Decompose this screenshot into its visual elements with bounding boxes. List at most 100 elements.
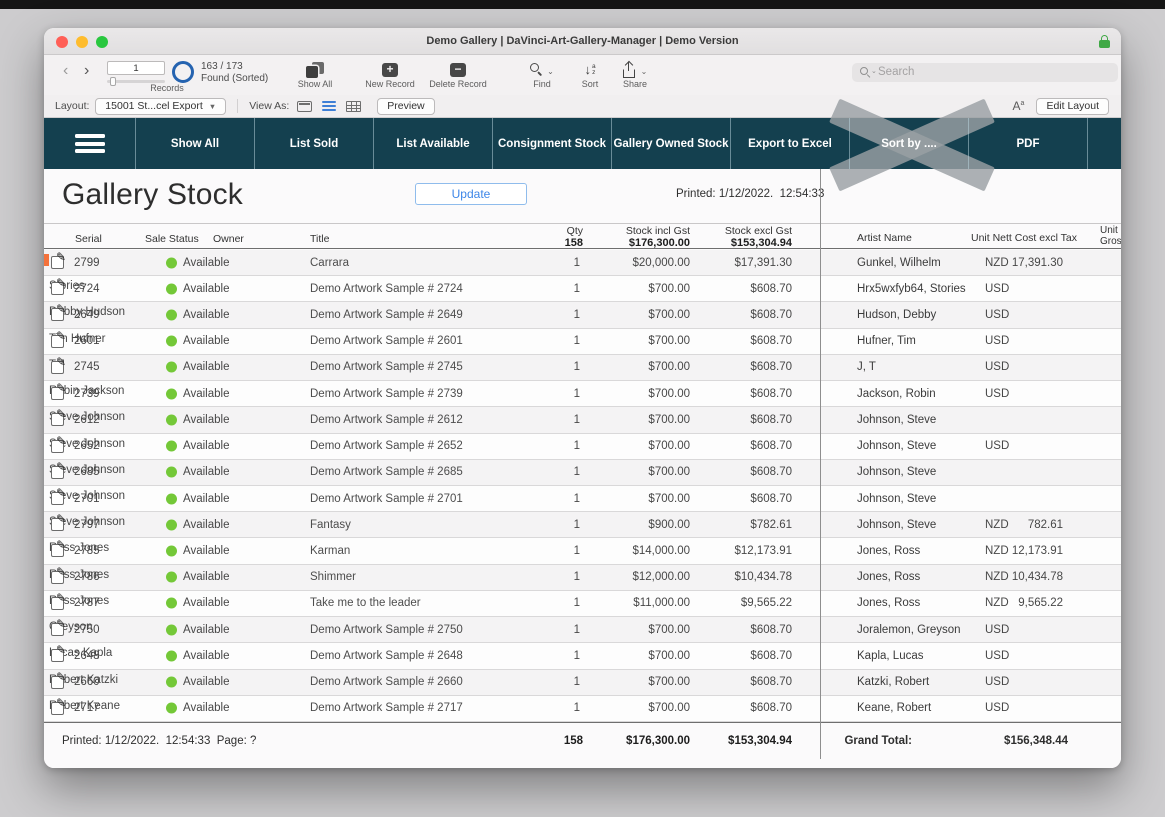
edit-layout-button[interactable]: Edit Layout [1036,98,1109,115]
cell-serial[interactable]: 2652 [74,440,100,452]
cell-serial[interactable]: 2799 [74,257,100,269]
cell-sale-status[interactable]: Available [183,519,229,531]
cell-serial[interactable]: 2612 [74,414,100,426]
cell-stock-incl[interactable]: $900.00 [574,519,690,531]
column-header-sale-status[interactable]: Sale Status [145,233,199,245]
cell-artist[interactable]: Joralemon, Greyson [857,624,961,636]
edit-record-icon[interactable] [51,676,64,689]
cell-stock-excl[interactable]: $608.70 [684,309,792,321]
edit-record-icon[interactable] [51,518,64,531]
zoom-window-button[interactable] [96,36,108,48]
form-view-icon[interactable] [297,101,312,112]
edit-record-icon[interactable] [51,544,64,557]
nav-button-sort-by[interactable]: Sort by .... [849,118,968,169]
cell-currency[interactable]: USD [985,309,1009,321]
cell-currency[interactable]: USD [985,335,1009,347]
table-row[interactable]: 2785 Available Ross Jones Karman 1 $14,0… [44,538,1121,564]
cell-stock-excl[interactable]: $608.70 [684,466,792,478]
cell-stock-incl[interactable]: $700.00 [574,624,690,636]
cell-stock-incl[interactable]: $700.00 [574,335,690,347]
cell-stock-incl[interactable]: $700.00 [574,388,690,400]
cell-stock-incl[interactable]: $700.00 [574,676,690,688]
cell-stock-excl[interactable]: $608.70 [684,650,792,662]
edit-record-icon[interactable] [51,649,64,662]
cell-sale-status[interactable]: Available [183,624,229,636]
cell-stock-incl[interactable]: $700.00 [574,702,690,714]
cell-stock-excl[interactable]: $12,173.91 [684,545,792,557]
cell-sale-status[interactable]: Available [183,309,229,321]
nav-button-gallery-owned-stock[interactable]: Gallery Owned Stock [611,118,730,169]
cell-stock-excl[interactable]: $608.70 [684,624,792,636]
cell-title[interactable]: Karman [310,545,350,557]
cell-stock-incl[interactable]: $700.00 [574,440,690,452]
cell-stock-excl[interactable]: $608.70 [684,283,792,295]
cell-artist[interactable]: Jones, Ross [857,545,920,557]
cell-title[interactable]: Demo Artwork Sample # 2724 [310,283,463,295]
cell-unit-nett[interactable]: 17,391.30 [1002,257,1063,269]
current-record-field[interactable]: 1 [107,61,165,75]
cell-stock-incl[interactable]: $700.00 [574,414,690,426]
share-button[interactable]: ⌄ Share [605,60,665,89]
edit-record-icon[interactable] [51,623,64,636]
cell-artist[interactable]: J, T [857,361,876,373]
nav-button-export-to-excel[interactable]: Export to Excel [730,118,849,169]
delete-record-button[interactable]: − Delete Record [418,60,498,89]
cell-title[interactable]: Demo Artwork Sample # 2685 [310,466,463,478]
cell-currency[interactable]: USD [985,440,1009,452]
cell-stock-excl[interactable]: $608.70 [684,440,792,452]
cell-currency[interactable]: USD [985,388,1009,400]
nav-button-consignment-stock[interactable]: Consignment Stock [492,118,611,169]
cell-sale-status[interactable]: Available [183,414,229,426]
cell-stock-excl[interactable]: $608.70 [684,493,792,505]
cell-sale-status[interactable]: Available [183,388,229,400]
cell-unit-nett[interactable]: 782.61 [1002,519,1063,531]
edit-record-icon[interactable] [51,256,64,269]
cell-artist[interactable]: Keane, Robert [857,702,931,714]
cell-serial[interactable]: 2724 [74,283,100,295]
cell-sale-status[interactable]: Available [183,466,229,478]
cell-stock-incl[interactable]: $700.00 [574,493,690,505]
cell-currency[interactable]: USD [985,676,1009,688]
cell-serial[interactable]: 2660 [74,676,100,688]
cell-sale-status[interactable]: Available [183,702,229,714]
column-header-owner[interactable]: Owner [213,233,244,245]
cell-serial[interactable]: 2701 [74,493,100,505]
nav-button-show-all[interactable]: Show All [135,118,254,169]
list-view-icon[interactable] [322,101,336,111]
cell-title[interactable]: Demo Artwork Sample # 2649 [310,309,463,321]
column-header-stock-incl[interactable]: Stock incl Gst$176,300.00 [574,225,690,249]
cell-owner[interactable] [44,254,49,266]
table-row[interactable]: 2601 Available Tim Hufner Demo Artwork S… [44,329,1121,355]
cell-stock-incl[interactable]: $11,000.00 [574,597,690,609]
cell-sale-status[interactable]: Available [183,493,229,505]
next-record-button[interactable]: › [84,62,89,80]
cell-artist[interactable]: Kapla, Lucas [857,650,924,662]
edit-record-icon[interactable] [51,335,64,348]
cell-stock-excl[interactable]: $608.70 [684,361,792,373]
cell-artist[interactable]: Johnson, Steve [857,493,936,505]
cell-artist[interactable]: Hufner, Tim [857,335,916,347]
cell-artist[interactable]: Hudson, Debby [857,309,936,321]
layout-dropdown[interactable]: 15001 St...cel Export▼ [95,98,226,115]
cell-stock-incl[interactable]: $20,000.00 [574,257,690,269]
column-header-serial[interactable]: Serial [75,233,102,245]
edit-record-icon[interactable] [51,282,64,295]
table-row[interactable]: 2750 Available Greyson Demo Artwork Samp… [44,617,1121,643]
edit-record-icon[interactable] [51,597,64,610]
table-row[interactable]: 2612 Available Steve Johnson Demo Artwor… [44,407,1121,433]
edit-record-icon[interactable] [51,308,64,321]
cell-sale-status[interactable]: Available [183,676,229,688]
cell-artist[interactable]: Johnson, Steve [857,414,936,426]
table-row[interactable]: 2786 Available Ross Jones Shimmer 1 $12,… [44,565,1121,591]
edit-record-icon[interactable] [51,387,64,400]
menu-button[interactable] [44,118,135,169]
close-window-button[interactable] [56,36,68,48]
column-header-artist[interactable]: Artist Name [857,232,912,244]
cell-unit-nett[interactable]: 9,565.22 [1002,597,1063,609]
edit-record-icon[interactable] [51,492,64,505]
cell-artist[interactable]: Hrx5wxfyb64, Stories [857,283,966,295]
cell-artist[interactable]: Jackson, Robin [857,388,936,400]
cell-artist[interactable]: Gunkel, Wilhelm [857,257,941,269]
find-button[interactable]: ⌄ Find [512,60,572,89]
cell-currency[interactable]: USD [985,283,1009,295]
